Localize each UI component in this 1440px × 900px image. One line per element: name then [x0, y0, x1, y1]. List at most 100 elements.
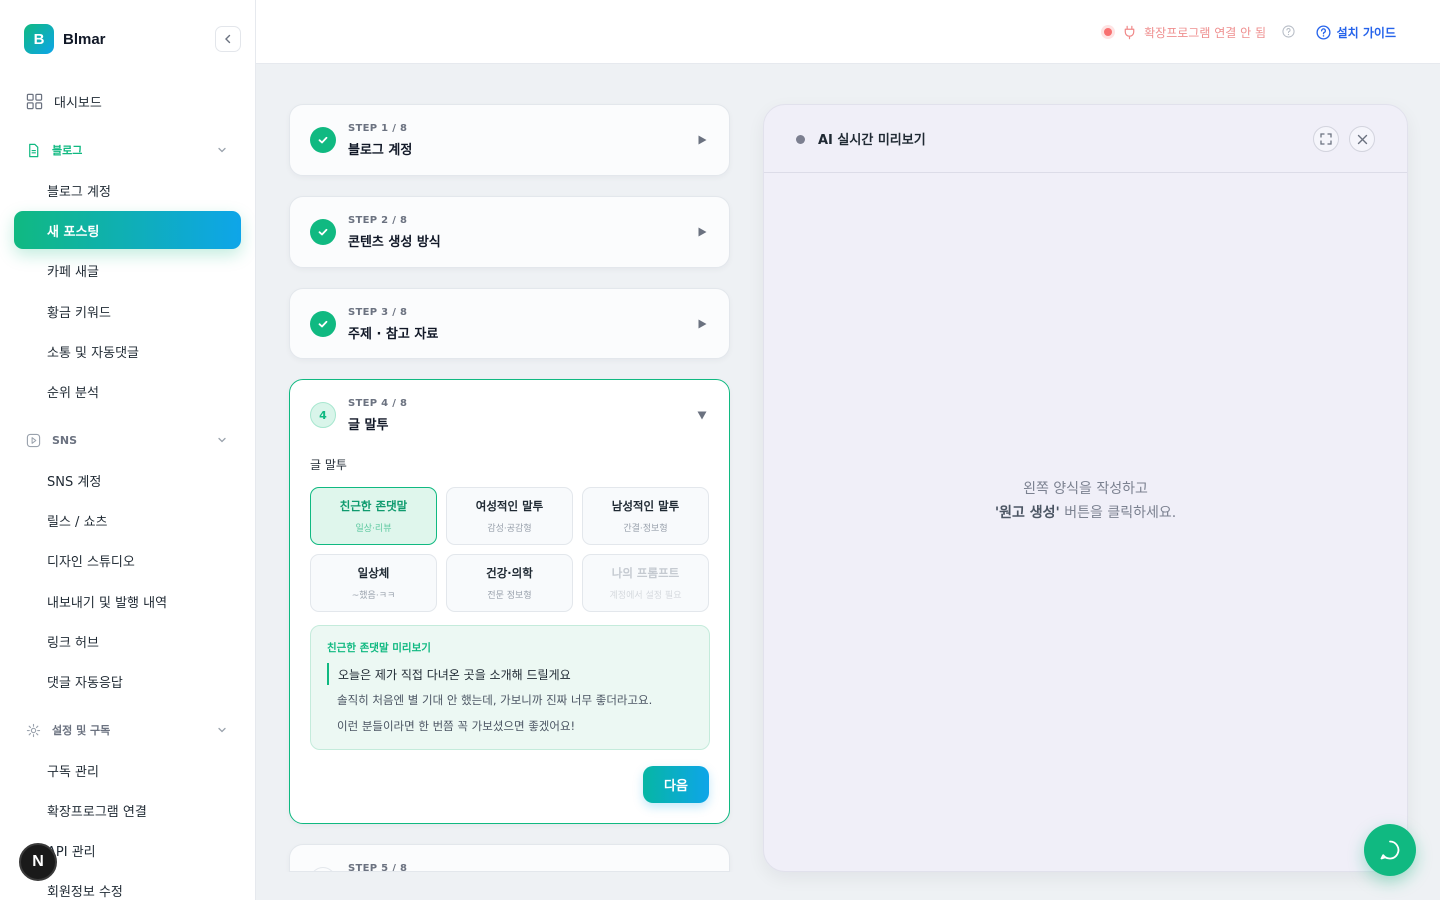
help-circle-icon [1316, 24, 1331, 40]
sidebar-item-sns-account[interactable]: SNS 계정 [47, 470, 101, 490]
step-number: STEP 4 / 8 [348, 398, 408, 409]
chat-bubble-icon [1380, 840, 1400, 860]
sidebar-item-design-studio[interactable]: 디자인 스튜디오 [47, 550, 135, 570]
tone-preview-line: 솔직히 처음엔 별 기대 안 했는데, 가보니까 진짜 너무 좋더라고요. [337, 693, 653, 707]
next-button[interactable]: 다음 [643, 766, 709, 803]
sidebar-item-link-hub[interactable]: 링크 허브 [47, 631, 99, 651]
sidebar-item-rank-analysis[interactable]: 순위 분석 [47, 381, 99, 401]
step-card-5[interactable]: STEP 5 / 8 [289, 844, 730, 872]
check-icon [310, 311, 336, 337]
tone-preview-title: 친근한 존댓말 미리보기 [327, 642, 431, 654]
empty-message-line: '원고 생성' 버튼을 클릭하세요. [764, 501, 1407, 525]
sidebar-item-comment-autoreply[interactable]: 댓글 자동응답 [47, 671, 123, 691]
gear-icon [26, 723, 41, 737]
tone-option-title: 일상체 [357, 566, 390, 580]
sidebar-item-label: 대시보드 [54, 95, 102, 111]
tone-option-sub: 간결·정보형 [623, 524, 668, 534]
tone-option-title: 건강·의학 [486, 566, 533, 580]
tone-option-sub: ~했음·ㅋㅋ [351, 591, 396, 601]
caret-right-icon [698, 319, 707, 329]
sidebar-item-blog-account[interactable]: 블로그 계정 [47, 180, 111, 200]
step-card-1[interactable]: STEP 1 / 8 블로그 계정 [289, 104, 730, 176]
status-dot [1104, 28, 1113, 36]
tone-field-label: 글 말투 [310, 458, 347, 472]
tone-option-health-medical[interactable]: 건강·의학 전문 정보형 [446, 554, 573, 612]
step-title: 글 말투 [348, 418, 389, 433]
caret-down-icon[interactable] [697, 410, 707, 420]
help-icon[interactable] [1282, 25, 1295, 38]
close-icon [1357, 134, 1367, 144]
step-number: STEP 3 / 8 [348, 307, 408, 318]
chevron-down-icon [218, 727, 226, 733]
expand-icon [1320, 133, 1332, 145]
tone-option-title: 친근한 존댓말 [339, 499, 408, 513]
tone-option-title: 나의 프롬프트 [611, 566, 680, 580]
empty-message-line: 왼쪽 양식을 작성하고 [1023, 481, 1148, 497]
brand-name: Blmar [63, 30, 106, 48]
check-icon [310, 127, 336, 153]
tone-preview-box: 친근한 존댓말 미리보기 오늘은 제가 직접 다녀온 곳을 소개해 드릴게요 솔… [310, 625, 710, 750]
ai-preview-panel: AI 실시간 미리보기 왼쪽 양식을 작성하고 '원고 생성' 버튼을 클릭하세… [763, 104, 1408, 872]
tone-option-sub: 감성·공감형 [487, 524, 532, 534]
extension-status[interactable]: 확장프로그램 연결 안 됨 [1104, 22, 1266, 42]
tone-option-sub: 전문 정보형 [487, 591, 532, 601]
sidebar-item-reels-shorts[interactable]: 릴스 / 쇼츠 [47, 510, 108, 530]
check-icon [310, 219, 336, 245]
sidebar: B Blmar 대시보드 블로그 블로그 계정 새 포스팅 카페 새글 황금 키… [0, 0, 256, 900]
tone-option-masculine[interactable]: 남성적인 말투 간결·정보형 [582, 487, 709, 545]
sidebar-section-settings[interactable]: 설정 및 구독 [26, 720, 230, 740]
tone-option-title: 여성적인 말투 [475, 499, 544, 513]
step-card-3[interactable]: STEP 3 / 8 주제 · 참고 자료 [289, 288, 730, 359]
chevron-down-icon [218, 437, 226, 443]
tone-option-my-prompt: 나의 프롬프트 계정에서 설정 필요 [582, 554, 709, 612]
sidebar-section-blog[interactable]: 블로그 [26, 140, 230, 160]
sidebar-item-dashboard[interactable]: 대시보드 [26, 90, 102, 112]
plug-icon [1124, 25, 1135, 39]
topbar: 확장프로그램 연결 안 됨 설치 가이드 [256, 0, 1440, 64]
sidebar-item-cafe-post[interactable]: 카페 새글 [47, 260, 99, 280]
n-badge[interactable]: N [19, 843, 57, 881]
sidebar-section-sns[interactable]: SNS [26, 430, 230, 450]
step-number: STEP 1 / 8 [348, 123, 408, 134]
tone-option-feminine[interactable]: 여성적인 말투 감성·공감형 [446, 487, 573, 545]
step-title: 주제 · 참고 자료 [348, 327, 439, 342]
step-number-circle: 4 [310, 402, 336, 428]
document-icon [29, 143, 39, 157]
sidebar-section-label: SNS [52, 433, 78, 447]
sidebar-item-auto-comment[interactable]: 소통 및 자동댓글 [47, 341, 139, 361]
tone-preview-line: 오늘은 제가 직접 다녀온 곳을 소개해 드릴게요 [327, 663, 571, 685]
grid-icon [26, 93, 43, 109]
brand[interactable]: B Blmar [24, 24, 106, 54]
tone-option-casual[interactable]: 일상체 ~했음·ㅋㅋ [310, 554, 437, 612]
tone-option-sub: 계정에서 설정 필요 [609, 591, 682, 601]
tone-preview-line: 이런 분들이라면 한 번쯤 꼭 가보셨으면 좋겠어요! [337, 719, 576, 733]
chevron-left-icon [225, 34, 231, 44]
sidebar-item-new-posting[interactable]: 새 포스팅 [14, 211, 241, 249]
fullscreen-button[interactable] [1313, 126, 1339, 152]
extension-status-text: 확장프로그램 연결 안 됨 [1144, 25, 1266, 40]
caret-right-icon [698, 227, 707, 237]
sidebar-collapse-button[interactable] [215, 26, 241, 52]
step-card-2[interactable]: STEP 2 / 8 콘텐츠 생성 방식 [289, 196, 730, 268]
chat-button[interactable] [1364, 824, 1416, 876]
sidebar-item-export-history[interactable]: 내보내기 및 발행 내역 [47, 591, 167, 611]
sidebar-item-extension-connect[interactable]: 확장프로그램 연결 [47, 800, 147, 820]
caret-right-icon [698, 135, 707, 145]
empty-message-rest: 버튼을 클릭하세요. [1059, 505, 1177, 521]
install-guide-link[interactable]: 설치 가이드 [1316, 22, 1396, 42]
close-button[interactable] [1349, 126, 1375, 152]
sidebar-section-label: 블로그 [52, 144, 83, 157]
sidebar-item-golden-keyword[interactable]: 황금 키워드 [47, 301, 111, 321]
step-title: 블로그 계정 [348, 143, 413, 158]
tone-option-friendly-polite[interactable]: 친근한 존댓말 일상·리뷰 [310, 487, 437, 545]
sidebar-item-profile[interactable]: 회원정보 수정 [47, 880, 123, 900]
step-title: 콘텐츠 생성 방식 [348, 235, 441, 250]
tone-option-sub: 일상·리뷰 [355, 524, 392, 534]
ai-preview-header: AI 실시간 미리보기 [764, 105, 1407, 173]
play-icon [26, 433, 41, 447]
empty-message-emphasis: '원고 생성' [994, 505, 1060, 521]
sidebar-section-label: 설정 및 구독 [52, 724, 111, 737]
sidebar-item-subscription[interactable]: 구독 관리 [47, 760, 99, 780]
step-card-4: 4 STEP 4 / 8 글 말투 글 말투 친근한 존댓말 일상·리뷰 여성적… [289, 379, 730, 824]
content-bottom-mask [256, 872, 1440, 900]
